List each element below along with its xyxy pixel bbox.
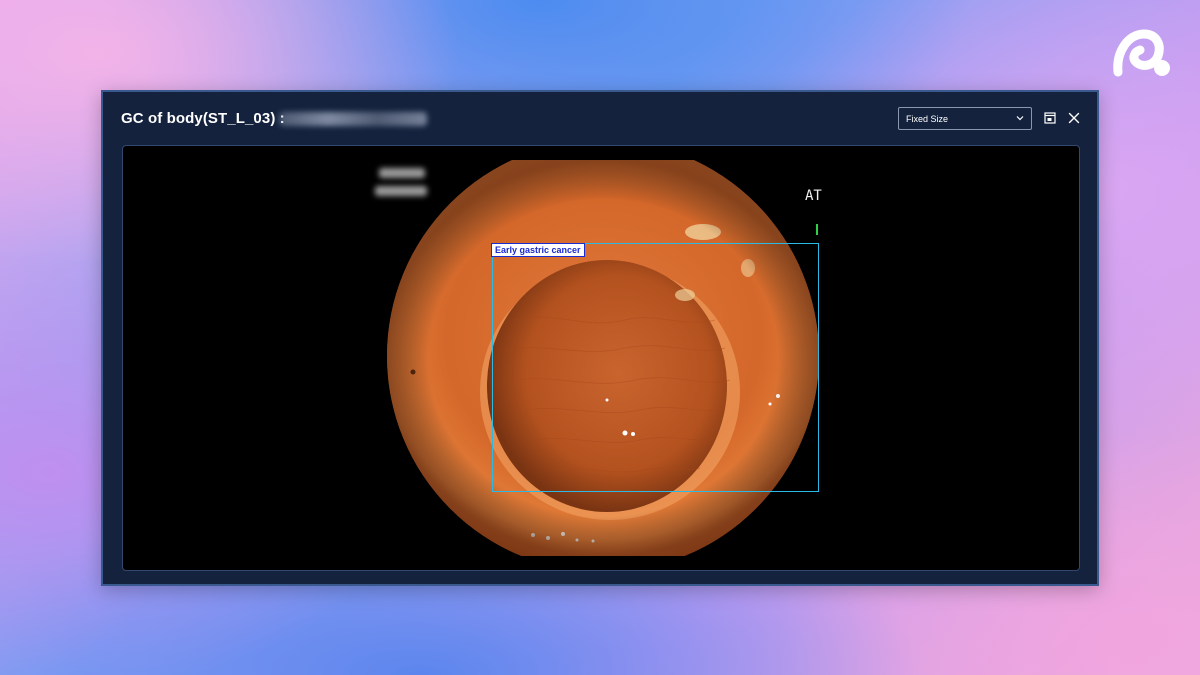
detection-bounding-box[interactable] — [492, 243, 819, 492]
size-mode-select[interactable]: Fixed Size — [898, 107, 1032, 130]
detection-label: Early gastric cancer — [491, 243, 585, 257]
image-viewer-canvas[interactable]: AT Early gastric cancer — [122, 145, 1080, 571]
title-bar: GC of body(ST_L_03) : Fixed Size — [103, 92, 1097, 146]
close-icon[interactable] — [1067, 111, 1081, 125]
window-title: GC of body(ST_L_03) : — [121, 110, 285, 127]
image-viewer-window: GC of body(ST_L_03) : Fixed Size AT Earl… — [101, 90, 1099, 586]
chevron-down-icon — [1016, 116, 1024, 121]
restore-window-icon[interactable] — [1043, 111, 1057, 125]
brand-logo-icon — [1113, 29, 1170, 77]
size-mode-value: Fixed Size — [906, 114, 949, 124]
redacted-identifier — [279, 112, 427, 126]
